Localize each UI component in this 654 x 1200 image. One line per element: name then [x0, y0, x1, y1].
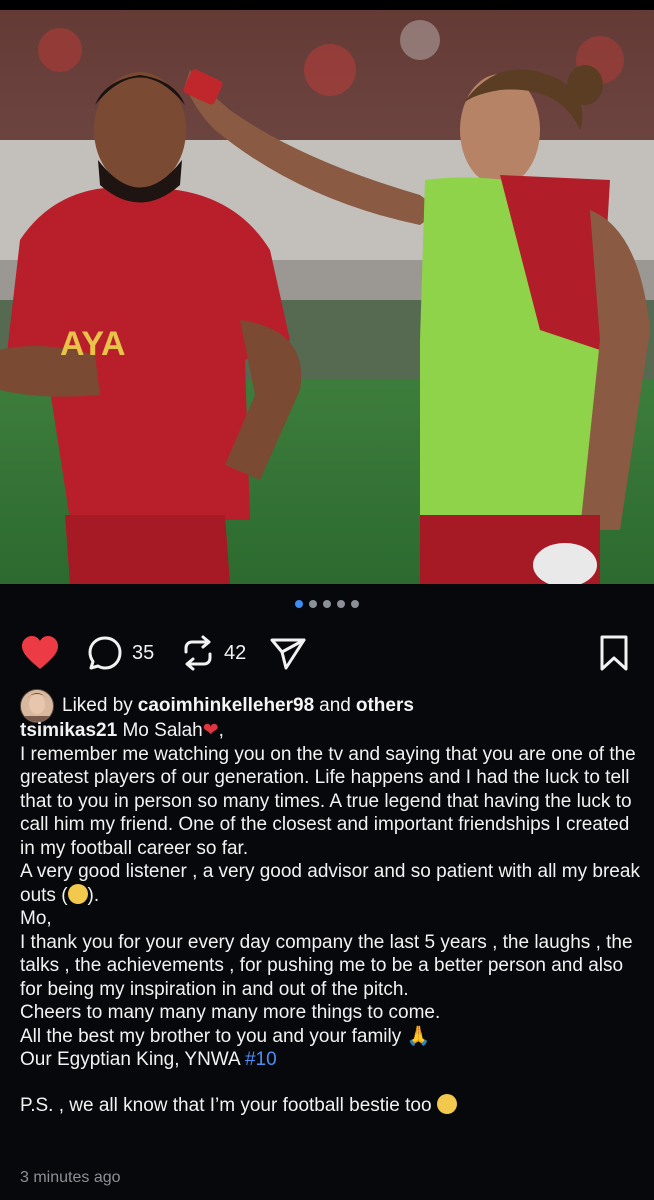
repost-icon — [184, 635, 212, 671]
caption-paragraph-end: ). — [87, 884, 100, 906]
caption-first-line: Mo Salah — [122, 720, 203, 741]
post-username[interactable]: tsimikas21 — [20, 720, 117, 741]
caption-paragraph: Cheers to many many many more things to … — [20, 1002, 441, 1023]
heart-filled-icon — [22, 636, 58, 669]
carousel-dot — [337, 600, 345, 608]
liked-by-user[interactable]: caoimhinkelleher98 — [138, 695, 314, 717]
liked-by-joiner: and — [319, 695, 351, 716]
hashtag-link[interactable]: #10 — [245, 1049, 277, 1070]
caption-paragraph: I thank you for your every day company t… — [20, 931, 633, 1000]
action-bar: 35 42 — [0, 630, 654, 676]
repost-button[interactable]: 42 — [180, 630, 246, 676]
post-timestamp: 3 minutes ago — [20, 1169, 121, 1186]
pray-emoji-icon: 🙏 — [406, 1025, 431, 1047]
caption-ps: P.S. , we all know that I’m your footbal… — [20, 1094, 432, 1116]
caption-paragraph: Mo, — [20, 908, 52, 929]
carousel-dot — [309, 600, 317, 608]
caption-paragraph: A very good listener , a very good advis… — [20, 861, 640, 906]
carousel-dot — [323, 600, 331, 608]
carousel-indicator[interactable] — [0, 600, 654, 614]
post-caption: tsimikas21 Mo Salah❤, I remember me watc… — [20, 720, 640, 1116]
caption-gap — [20, 1072, 640, 1094]
heart-emoji-icon: ❤ — [202, 720, 219, 741]
share-button[interactable] — [268, 630, 308, 676]
caption-paragraph: I remember me watching you on the tv and… — [20, 743, 636, 859]
comment-icon — [88, 636, 122, 670]
caption-paragraph: All the best my brother to you and your … — [20, 1025, 402, 1047]
send-icon — [270, 638, 306, 670]
comment-count: 35 — [132, 641, 155, 664]
svg-text:AYA: AYA — [60, 325, 126, 363]
save-button[interactable] — [596, 630, 632, 676]
liker-avatar[interactable] — [20, 689, 54, 723]
status-strip — [0, 0, 654, 10]
post-photo[interactable]: AYA — [0, 10, 654, 584]
like-button[interactable] — [20, 630, 60, 676]
liked-by-prefix: Liked by — [62, 695, 133, 716]
comment-button[interactable]: 35 — [86, 630, 154, 676]
liked-by-row[interactable]: Liked by caoimhinkelleher98 and others — [20, 689, 419, 723]
joy-emoji-icon — [436, 1093, 457, 1114]
caption-paragraph: Our Egyptian King, YNWA — [20, 1049, 240, 1070]
sweat-smile-emoji-icon — [67, 883, 88, 904]
carousel-dot-active — [295, 600, 303, 608]
post-screen: AYA 35 42 Liked by caoimhinkelleher98 an… — [0, 0, 654, 1200]
repost-count: 42 — [224, 641, 247, 664]
bookmark-icon — [600, 635, 628, 671]
carousel-dot — [351, 600, 359, 608]
liked-by-others[interactable]: others — [356, 695, 414, 717]
